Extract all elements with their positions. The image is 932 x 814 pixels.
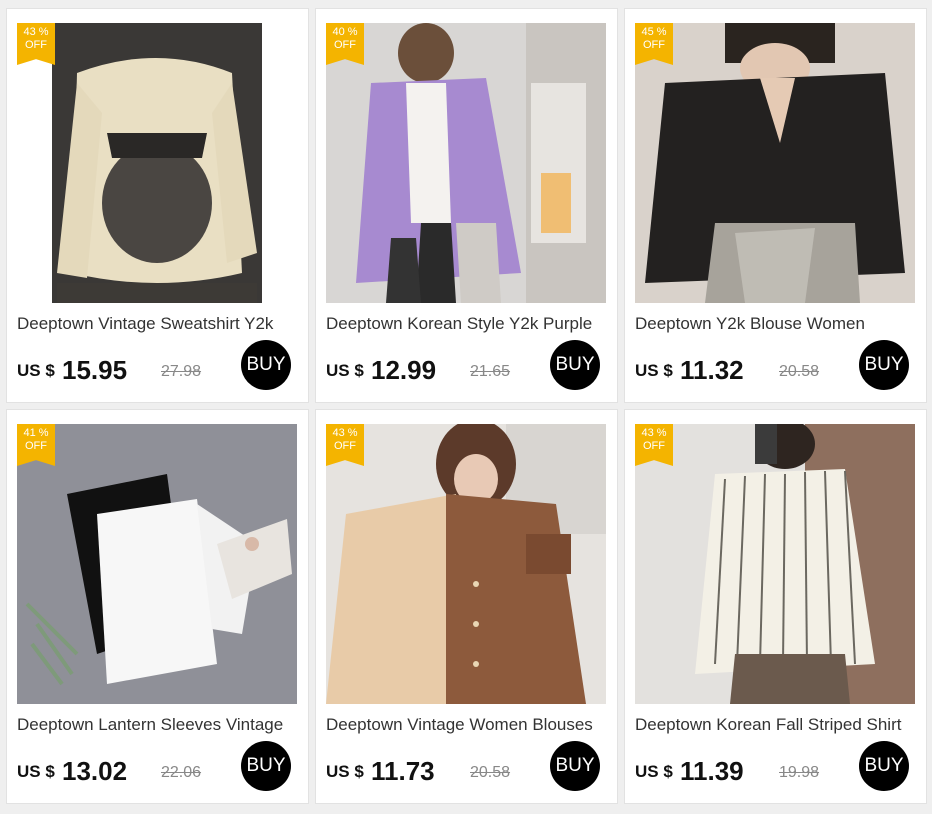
- product-image[interactable]: [635, 23, 915, 303]
- discount-off: OFF: [25, 440, 47, 452]
- product-image[interactable]: [17, 23, 297, 303]
- product-image[interactable]: [635, 424, 915, 704]
- buy-button[interactable]: BUY: [859, 340, 909, 390]
- original-price: 27.98: [161, 363, 202, 380]
- product-price: 11.32: [680, 355, 744, 385]
- currency-label: US $: [17, 361, 55, 380]
- original-price: 19.98: [779, 764, 820, 781]
- discount-off: OFF: [25, 39, 47, 51]
- product-card[interactable]: 45 % OFF Deeptown Y2k Blouse Women US $ …: [624, 8, 927, 403]
- product-title[interactable]: Deeptown Vintage Sweatshirt Y2k: [17, 314, 302, 334]
- buy-button[interactable]: BUY: [241, 340, 291, 390]
- product-title[interactable]: Deeptown Korean Style Y2k Purple: [326, 314, 611, 334]
- product-title[interactable]: Deeptown Lantern Sleeves Vintage: [17, 715, 302, 735]
- product-price: 11.73: [371, 756, 435, 786]
- product-title[interactable]: Deeptown Y2k Blouse Women: [635, 314, 920, 334]
- product-card[interactable]: 43 % OFF Deeptown Vintage Women Blouses …: [315, 409, 618, 804]
- discount-badge: 45 % OFF: [635, 23, 673, 65]
- currency-label: US $: [326, 361, 364, 380]
- buy-button[interactable]: BUY: [241, 741, 291, 791]
- buy-button[interactable]: BUY: [550, 340, 600, 390]
- product-grid: 43 % OFF Deeptown Vintage Sweatshirt Y2k…: [0, 0, 932, 814]
- original-price: 20.58: [779, 363, 820, 380]
- product-price: 13.02: [62, 756, 128, 786]
- original-price: 21.65: [470, 363, 511, 380]
- product-title[interactable]: Deeptown Korean Fall Striped Shirt: [635, 715, 920, 735]
- discount-off: OFF: [334, 39, 356, 51]
- discount-percent: 40 %: [332, 26, 358, 38]
- currency-label: US $: [326, 762, 364, 781]
- discount-percent: 41 %: [23, 427, 49, 439]
- currency-label: US $: [17, 762, 55, 781]
- buy-button[interactable]: BUY: [550, 741, 600, 791]
- product-price: 15.95: [62, 355, 128, 385]
- product-price: 12.99: [371, 355, 437, 385]
- product-card[interactable]: 43 % OFF Deeptown Korean Fall Striped Sh…: [624, 409, 927, 804]
- discount-badge: 43 % OFF: [635, 424, 673, 466]
- discount-badge: 40 % OFF: [326, 23, 364, 65]
- discount-percent: 45 %: [641, 26, 667, 38]
- currency-label: US $: [635, 361, 673, 380]
- discount-percent: 43 %: [641, 427, 667, 439]
- product-card[interactable]: 43 % OFF Deeptown Vintage Sweatshirt Y2k…: [6, 8, 309, 403]
- product-title[interactable]: Deeptown Vintage Women Blouses: [326, 715, 611, 735]
- original-price: 20.58: [470, 764, 511, 781]
- discount-percent: 43 %: [332, 427, 358, 439]
- original-price: 22.06: [161, 764, 202, 781]
- discount-percent: 43 %: [23, 26, 49, 38]
- product-image[interactable]: [326, 23, 606, 303]
- product-card[interactable]: 40 % OFF Deeptown Korean Style Y2k Purpl…: [315, 8, 618, 403]
- product-card[interactable]: 41 % OFF Deeptown Lantern Sleeves Vintag…: [6, 409, 309, 804]
- discount-off: OFF: [643, 440, 665, 452]
- product-image[interactable]: [326, 424, 606, 704]
- discount-off: OFF: [643, 39, 665, 51]
- buy-button[interactable]: BUY: [859, 741, 909, 791]
- discount-badge: 43 % OFF: [17, 23, 55, 65]
- discount-badge: 43 % OFF: [326, 424, 364, 466]
- product-price: 11.39: [680, 756, 744, 786]
- discount-off: OFF: [334, 440, 356, 452]
- product-image[interactable]: [17, 424, 297, 704]
- discount-badge: 41 % OFF: [17, 424, 55, 466]
- currency-label: US $: [635, 762, 673, 781]
